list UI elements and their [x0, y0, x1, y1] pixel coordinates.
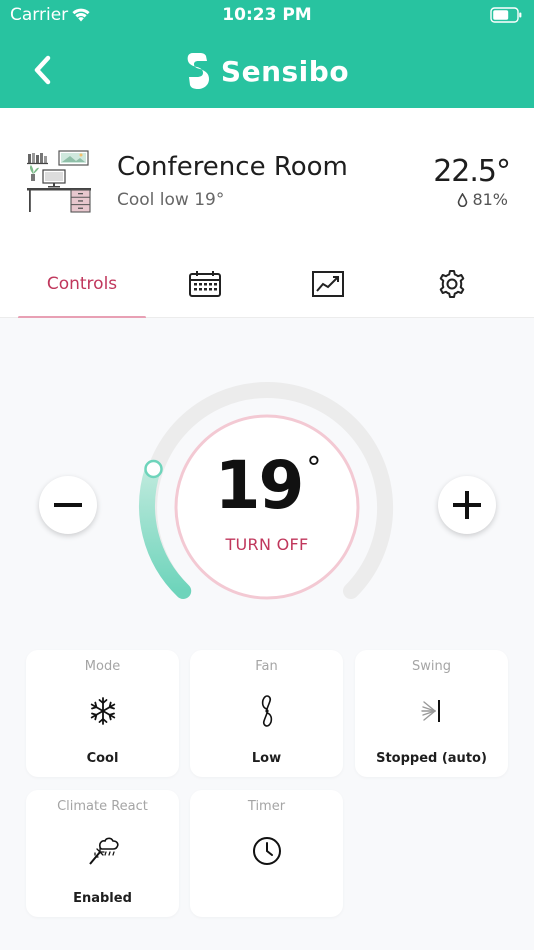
tab-settings[interactable]: [422, 250, 482, 318]
clock-time: 10:23 PM: [222, 5, 312, 25]
timer-card-title: Timer: [247, 799, 286, 814]
climate-react-card[interactable]: Climate React Enabled: [26, 790, 179, 917]
fan-card-title: Fan: [255, 659, 278, 674]
tab-bar: Controls: [0, 250, 534, 319]
tab-controls-label: Controls: [46, 274, 118, 294]
status-bar: Carrier 10:23 PM: [0, 0, 534, 32]
climate-react-card-value: Enabled: [73, 891, 132, 906]
room-header: Conference Room Cool low 19° 22.5° 81%: [0, 108, 534, 250]
mode-card-title: Mode: [84, 659, 121, 674]
climate-react-icon: [26, 834, 179, 868]
turn-off-button[interactable]: TURN OFF: [167, 535, 367, 554]
minus-icon: [54, 503, 82, 507]
mode-card[interactable]: Mode Cool: [26, 650, 179, 777]
room-humidity: 81%: [457, 190, 508, 209]
room-name: Conference Room: [117, 152, 348, 182]
room-illustration-icon: [26, 150, 92, 218]
battery-icon: [490, 7, 522, 27]
chart-icon: [312, 271, 344, 297]
decrease-temperature-button[interactable]: [39, 476, 97, 534]
humidity-value: 81%: [472, 190, 508, 209]
degree-symbol: °: [306, 451, 321, 486]
fan-card[interactable]: Fan Low: [190, 650, 343, 777]
climate-react-card-title: Climate React: [57, 799, 148, 814]
dial-handle[interactable]: [144, 459, 163, 479]
plus-icon: [453, 491, 481, 519]
timer-card[interactable]: Timer: [190, 790, 343, 917]
fan-card-value: Low: [251, 751, 282, 766]
snowflake-icon: [26, 694, 179, 728]
calendar-icon: [189, 271, 221, 297]
increase-temperature-button[interactable]: [438, 476, 496, 534]
nav-bar: Sensibo: [0, 32, 534, 108]
clock-icon: [190, 834, 343, 868]
swing-icon: [355, 694, 508, 728]
target-temperature: 19 °: [167, 447, 367, 524]
brand-logo: Sensibo: [0, 52, 534, 92]
sensibo-logo-icon: [187, 53, 209, 89]
gear-icon: [439, 270, 465, 298]
tab-schedule[interactable]: [175, 250, 235, 318]
room-temperature: 22.5°: [433, 154, 511, 189]
fan-icon: [190, 694, 343, 728]
tab-controls[interactable]: Controls: [18, 250, 146, 319]
room-mode-summary: Cool low 19°: [117, 190, 225, 210]
mode-card-value: Cool: [86, 751, 119, 766]
swing-card-title: Swing: [412, 659, 451, 674]
swing-card-value: Stopped (auto): [376, 751, 487, 766]
droplet-icon: [458, 192, 468, 207]
swing-card[interactable]: Swing Stopped (auto): [355, 650, 508, 777]
brand-name: Sensibo: [220, 54, 350, 88]
target-temperature-value: 19: [214, 447, 305, 524]
tab-history[interactable]: [298, 250, 358, 318]
